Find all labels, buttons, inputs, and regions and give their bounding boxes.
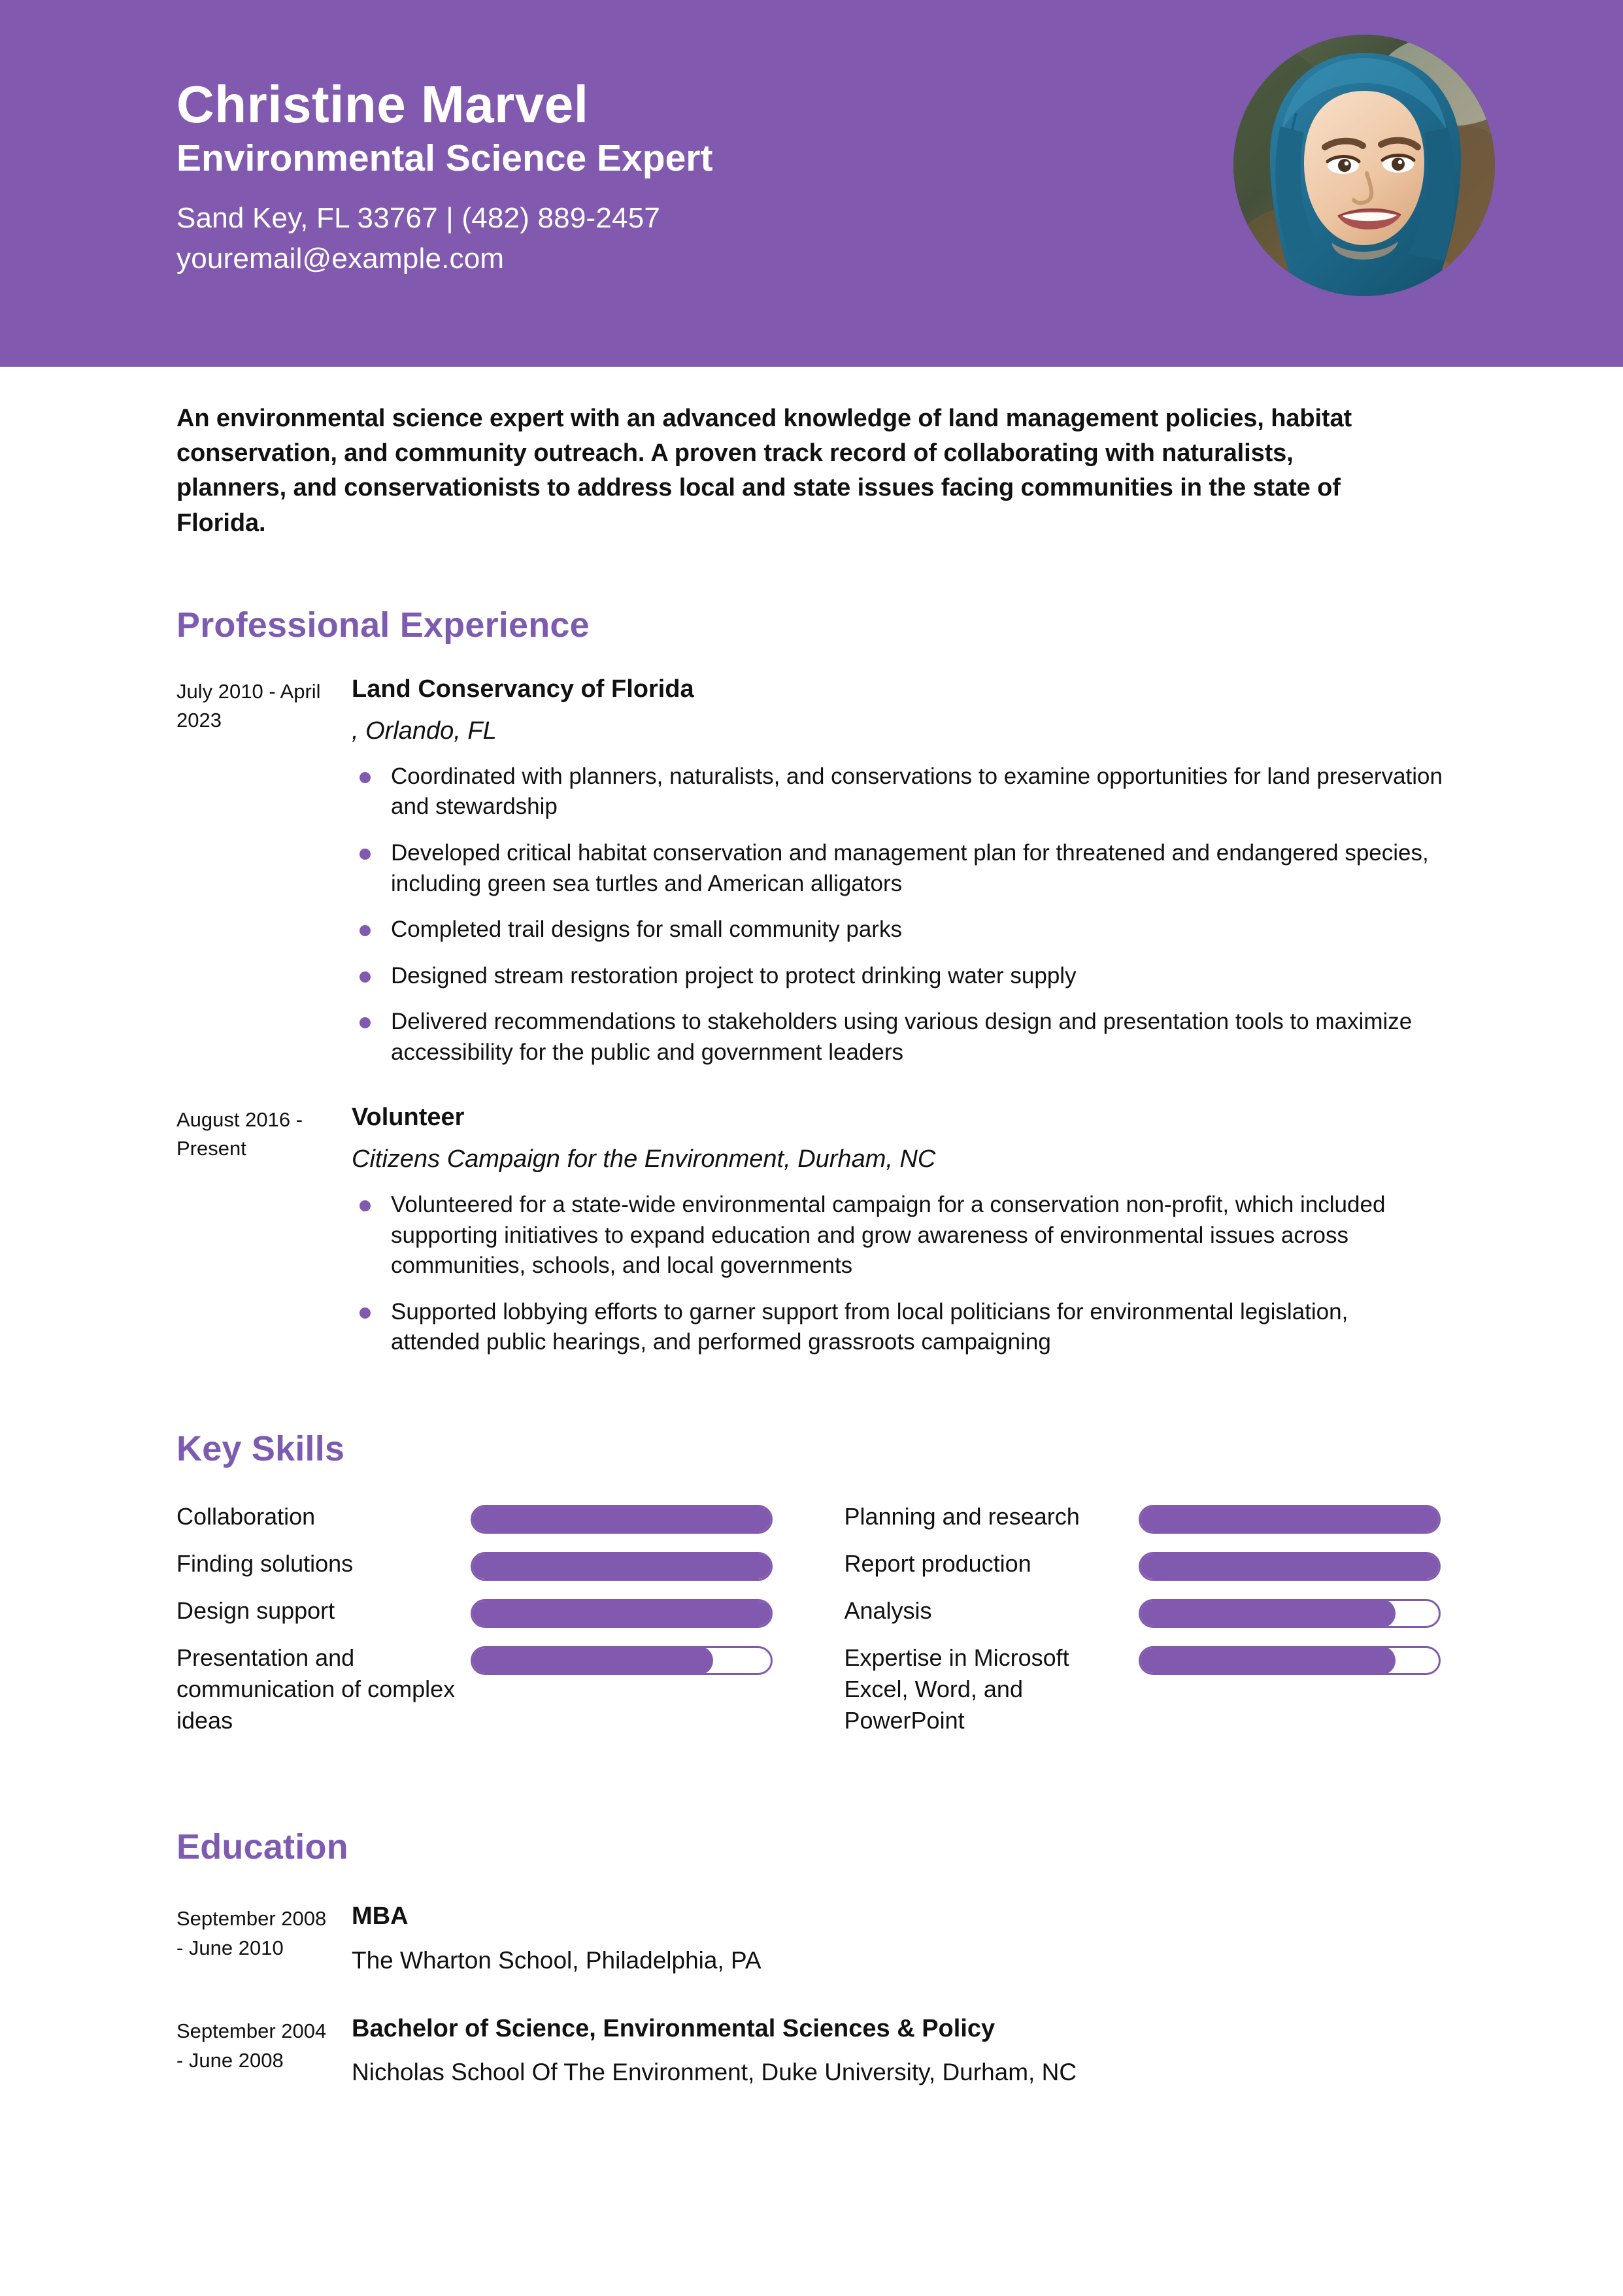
skill-label: Analysis [844,1597,932,1625]
list-item: Developed critical habitat conservation … [352,838,1443,899]
bullet-dot-icon [360,1200,371,1212]
section-heading-experience: Professional Experience [176,605,590,645]
experience-bullet-list: Volunteered for a state-wide environment… [352,1190,1447,1358]
skill-row: Presentation and communication of comple… [176,1642,779,1736]
skill-label: Presentation and communication of comple… [176,1644,456,1734]
skill-level-bar [1138,1646,1441,1676]
contact-address-phone: Sand Key, FL 33767 | (482) 889-2457 [176,202,661,235]
contact-email: youremail@example.com [176,243,505,275]
education-school: The Wharton School, Philadelphia, PA [352,1946,761,1974]
experience-details: Land Conservancy of Florida , Orlando, F… [339,673,1447,1068]
skill-label: Planning and research [844,1503,1080,1530]
portrait-photo-icon [1233,35,1495,296]
education-entry: September 2004 - June 2008 Bachelor of S… [176,2013,1447,2088]
skill-label: Finding solutions [176,1550,354,1578]
experience-entry: July 2010 - April 2023 Land Conservancy … [176,673,1447,1068]
skill-level-bar [471,1646,773,1676]
skill-level-bar [1138,1505,1441,1534]
bullet-text: Delivered recommendations to stakeholder… [391,1009,1413,1065]
bullet-dot-icon [360,849,371,860]
skill-label: Report production [844,1550,1031,1578]
bullet-text: Developed critical habitat conservation … [391,840,1429,896]
skill-level-fill [473,1601,771,1627]
list-item: Completed trail designs for small commun… [352,915,1443,945]
list-item: Designed stream restoration project to p… [352,961,1443,992]
list-item: Delivered recommendations to stakeholder… [352,1007,1443,1068]
bullet-text: Designed stream restoration project to p… [391,962,1077,988]
education-details: Bachelor of Science, Environmental Scien… [339,2013,1447,2088]
skill-row: Design support [176,1595,779,1629]
avatar [1233,35,1495,296]
skill-level-bar [471,1552,773,1581]
bullet-dot-icon [360,771,371,783]
skill-level-fill [1140,1601,1396,1627]
education-details: MBA The Wharton School, Philadelphia, PA [339,1900,1447,1976]
experience-location: Citizens Campaign for the Environment, D… [352,1145,936,1173]
skill-row: Report production [845,1548,1447,1581]
skill-row: Finding solutions [176,1548,779,1581]
education-school: Nicholas School Of The Environment, Duke… [352,2059,1077,2086]
skill-level-fill [473,1554,771,1579]
skill-row: Planning and research [845,1501,1447,1534]
skill-level-bar [471,1505,773,1534]
candidate-job-title: Environmental Science Expert [176,137,713,180]
bullet-dot-icon [360,1017,371,1029]
skill-row: Analysis [844,1595,1447,1629]
skill-level-bar [1138,1599,1441,1629]
skills-grid: Collaboration Finding solutions Design s… [176,1501,1447,1751]
skill-row: Expertise in Microsoft Excel, Word, and … [845,1642,1447,1736]
experience-organization: Volunteer [352,1104,465,1132]
education-degree: MBA [352,1902,409,1931]
bullet-dot-icon [360,1307,371,1319]
candidate-name: Christine Marvel [176,75,589,133]
skill-level-bar [1138,1552,1441,1581]
experience-dates: July 2010 - April 2023 [176,680,321,732]
header-text-block: Christine Marvel Environmental Science E… [176,77,1157,280]
resume-page: Christine Marvel Environmental Science E… [0,0,1623,2296]
education-degree: Bachelor of Science, Environmental Scien… [352,2014,996,2042]
list-item: Volunteered for a state-wide environment… [352,1190,1443,1281]
education-entry: September 2008 - June 2010 MBA The Whart… [176,1900,1447,1976]
professional-summary: An environmental science expert with an … [176,405,1352,537]
bullet-text: Completed trail designs for small commun… [391,917,902,943]
skills-column-left: Collaboration Finding solutions Design s… [176,1501,779,1751]
experience-details: Volunteer Citizens Campaign for the Envi… [339,1102,1447,1358]
skill-label: Collaboration [176,1503,316,1530]
education-dates: September 2008 - June 2010 [176,1907,327,1960]
experience-bullet-list: Coordinated with planners, naturalists, … [352,762,1447,1068]
list-item: Coordinated with planners, naturalists, … [352,762,1443,822]
skill-label: Expertise in Microsoft Excel, Word, and … [844,1644,1069,1734]
skill-level-fill [1140,1648,1396,1674]
skill-level-bar [471,1599,773,1629]
bullet-text: Supported lobbying efforts to garner sup… [391,1298,1348,1355]
skill-level-fill [1140,1507,1439,1532]
resume-body: An environmental science expert with an … [0,401,1623,2088]
skill-label: Design support [176,1597,335,1625]
skill-level-fill [473,1507,771,1532]
section-heading-education: Education [176,1827,348,1866]
bullet-text: Coordinated with planners, naturalists, … [391,763,1443,820]
bullet-text: Volunteered for a state-wide environment… [391,1192,1386,1279]
experience-dates: August 2016 - Present [176,1108,303,1160]
bullet-dot-icon [360,971,371,983]
education-dates: September 2004 - June 2008 [176,2019,327,2072]
skill-level-fill [1140,1554,1439,1579]
skills-column-right: Planning and research Report production … [845,1501,1447,1751]
section-heading-skills: Key Skills [176,1428,345,1468]
resume-header: Christine Marvel Environmental Science E… [0,0,1623,367]
bullet-dot-icon [360,925,371,937]
skill-level-fill [473,1648,713,1674]
experience-location: , Orlando, FL [352,717,497,745]
skill-row: Collaboration [176,1501,779,1534]
experience-organization: Land Conservancy of Florida [352,675,694,703]
experience-entry: August 2016 - Present Volunteer Citizens… [176,1102,1447,1358]
list-item: Supported lobbying efforts to garner sup… [352,1297,1443,1358]
